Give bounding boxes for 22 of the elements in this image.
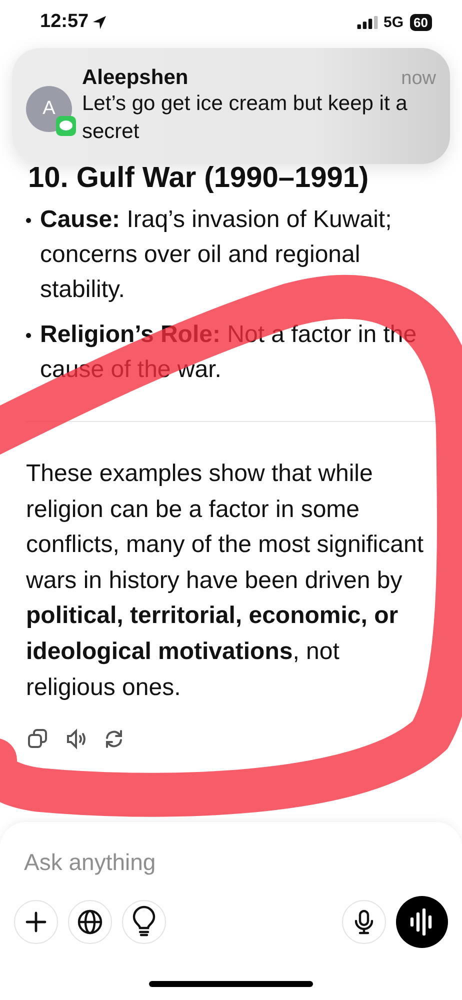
network-label: 5G <box>384 14 404 30</box>
status-time: 12:57 <box>40 11 89 33</box>
sender-name: Aleepshen <box>82 66 188 90</box>
answer-paragraph: These examples show that while religion can be a factor in some conflicts, many of the most significant wars in history have been driven by political, territorial, economic, or ideological motivations, not religious ones. <box>26 459 424 703</box>
location-arrow-icon <box>92 14 107 30</box>
bullet-dot <box>26 218 31 222</box>
notification-time: now <box>401 68 436 90</box>
battery-indicator: 60 <box>410 14 432 30</box>
globe-button[interactable] <box>68 900 112 944</box>
notification-message: Let’s go get ice cream but keep it a secret <box>82 91 408 145</box>
notification-banner[interactable]: A Aleepshen now Let’s go get ice cream but keep it a secret <box>12 48 450 164</box>
message-field[interactable]: Ask anything <box>24 846 438 878</box>
lightbulb-button[interactable] <box>122 900 166 944</box>
microphone-button[interactable] <box>342 900 386 944</box>
signal-icon <box>356 16 378 28</box>
section-heading: 10. Gulf War (1990–1991) <box>28 162 370 194</box>
bullet-dot <box>26 332 31 338</box>
message-bubble-icon <box>56 116 76 136</box>
speaker-icon[interactable] <box>64 727 88 752</box>
bullet-text: Cause: Iraq’s invasion of Kuwait; concerns over oil and regional stability. <box>40 205 393 305</box>
voice-mode-button[interactable] <box>396 896 448 948</box>
plus-button[interactable] <box>14 900 58 944</box>
